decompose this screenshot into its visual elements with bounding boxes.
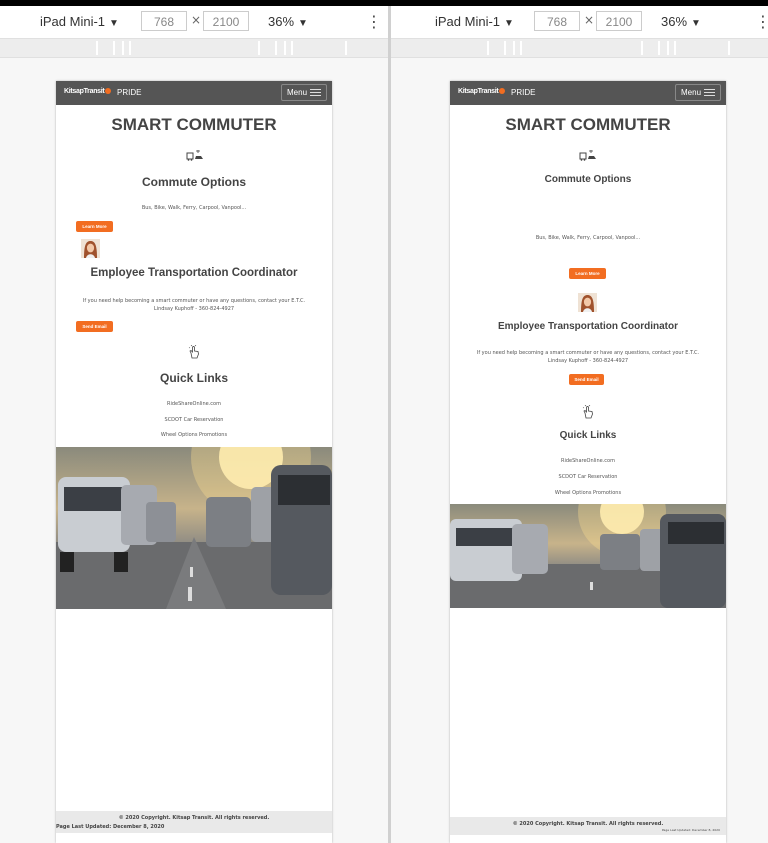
- kitsap-transit-logo[interactable]: KitsapTransit: [458, 88, 506, 95]
- ruler-tick: [129, 41, 131, 55]
- ruler-tick: [504, 41, 506, 55]
- more-options-icon[interactable]: ⋮: [755, 12, 768, 31]
- site-navbar: KitsapTransit PRIDE Menu: [450, 81, 726, 105]
- learn-more-button[interactable]: Learn More: [76, 221, 113, 232]
- footer-last-updated: Page Last Updated: December 8, 2020: [661, 828, 720, 832]
- quick-link-rideshare[interactable]: RideShareOnline.com: [56, 401, 332, 407]
- device-select[interactable]: iPad Mini-1 ▼: [435, 14, 514, 29]
- quick-links-heading: Quick Links: [159, 371, 229, 385]
- ruler-tick: [674, 41, 676, 55]
- caret-down-icon: ▼: [109, 18, 119, 29]
- times-symbol: ×: [584, 13, 595, 27]
- quick-links-heading: Quick Links: [559, 430, 617, 441]
- footer-last-updated: Page Last Updated: December 8, 2020: [56, 824, 165, 830]
- caret-down-icon: ▼: [504, 18, 514, 29]
- kitsap-transit-logo[interactable]: KitsapTransit: [64, 88, 112, 95]
- nav-pride-link[interactable]: PRIDE: [117, 88, 141, 97]
- media-query-ruler[interactable]: [391, 38, 768, 58]
- quick-link-wheel-options[interactable]: Wheel Options Promotions: [450, 490, 726, 496]
- right-preview-pane: iPad Mini-1 ▼ 768 × 2100 36% ▼ ⋮ KitsapTra…: [391, 6, 768, 843]
- etc-heading: Employee Transportation Coordinator: [497, 321, 679, 332]
- left-preview-pane: iPad Mini-1 ▼ 768 × 2100 36% ▼ ⋮ KitsapTra…: [0, 6, 388, 843]
- caret-down-icon: ▼: [298, 18, 308, 29]
- ruler-tick: [258, 41, 260, 55]
- etc-text: If you need help becoming a smart commut…: [82, 298, 306, 312]
- site-navbar: KitsapTransit PRIDE Menu: [56, 81, 332, 105]
- coordinator-photo: [578, 293, 597, 312]
- caret-down-icon: ▼: [691, 18, 701, 29]
- mobile-viewport: KitsapTransit PRIDE Menu SMART COMMUTER …: [56, 81, 332, 843]
- page-title: SMART COMMUTER: [111, 115, 277, 134]
- footer-copyright: © 2020 Copyright. Kitsap Transit. All ri…: [118, 815, 270, 821]
- commute-options-heading: Commute Options: [544, 174, 632, 185]
- nav-pride-link[interactable]: PRIDE: [511, 88, 535, 97]
- quick-link-car-reservation[interactable]: SCDOT Car Reservation: [56, 417, 332, 423]
- ruler-tick: [520, 41, 522, 55]
- ruler-tick: [641, 41, 643, 55]
- footer-copyright: © 2020 Copyright. Kitsap Transit. All ri…: [512, 821, 664, 827]
- zoom-select[interactable]: 36% ▼: [268, 14, 308, 29]
- traffic-hero-image: [450, 504, 726, 608]
- device-select[interactable]: iPad Mini-1 ▼: [40, 14, 119, 29]
- ruler-tick: [345, 41, 347, 55]
- ruler-tick: [275, 41, 277, 55]
- menu-button[interactable]: Menu: [675, 84, 721, 101]
- ruler-tick: [284, 41, 286, 55]
- media-query-ruler[interactable]: [0, 38, 388, 58]
- ruler-tick: [513, 41, 515, 55]
- mobile-viewport: KitsapTransit PRIDE Menu SMART COMMUTER …: [450, 81, 726, 843]
- site-footer: © 2020 Copyright. Kitsap Transit. All ri…: [450, 817, 726, 835]
- width-input[interactable]: 768: [141, 11, 187, 31]
- commute-options-text: Bus, Bike, Walk, Ferry, Carpool, Vanpool…: [141, 205, 247, 211]
- device-toolbar: iPad Mini-1 ▼ 768 × 2100 36% ▼ ⋮: [0, 6, 388, 38]
- ruler-tick: [658, 41, 660, 55]
- ruler-tick: [667, 41, 669, 55]
- device-toolbar: iPad Mini-1 ▼ 768 × 2100 36% ▼ ⋮: [391, 6, 768, 38]
- coordinator-photo: [81, 239, 100, 258]
- quick-link-wheel-options[interactable]: Wheel Options Promotions: [56, 432, 332, 438]
- logo-dot-icon: [105, 88, 112, 95]
- learn-more-button[interactable]: Learn More: [569, 268, 606, 279]
- quick-link-car-reservation[interactable]: SCDOT Car Reservation: [450, 474, 726, 480]
- height-input[interactable]: 2100: [596, 11, 642, 31]
- ruler-tick: [291, 41, 293, 55]
- menu-button[interactable]: Menu: [281, 84, 327, 101]
- commute-vehicles-icon: [579, 150, 596, 161]
- page-title: SMART COMMUTER: [505, 115, 671, 134]
- site-footer: © 2020 Copyright. Kitsap Transit. All ri…: [56, 811, 332, 833]
- send-email-button[interactable]: Send Email: [569, 374, 604, 385]
- pointer-hand-icon: [582, 405, 593, 419]
- logo-dot-icon: [499, 88, 506, 95]
- times-symbol: ×: [191, 13, 202, 27]
- zoom-select[interactable]: 36% ▼: [661, 14, 701, 29]
- ruler-tick: [113, 41, 115, 55]
- ruler-tick: [122, 41, 124, 55]
- commute-options-text: Bus, Bike, Walk, Ferry, Carpool, Vanpool…: [535, 235, 641, 241]
- traffic-hero-image: [56, 447, 332, 609]
- ruler-tick: [728, 41, 730, 55]
- ruler-tick: [96, 41, 98, 55]
- quick-link-rideshare[interactable]: RideShareOnline.com: [450, 458, 726, 464]
- more-options-icon[interactable]: ⋮: [366, 12, 382, 31]
- commute-options-heading: Commute Options: [142, 175, 246, 189]
- pointer-hand-icon: [188, 345, 199, 359]
- height-input[interactable]: 2100: [203, 11, 249, 31]
- etc-heading: Employee Transportation Coordinator: [90, 267, 298, 279]
- etc-text: If you need help becoming a smart commut…: [476, 350, 700, 364]
- hamburger-icon: [704, 89, 715, 98]
- send-email-button[interactable]: Send Email: [76, 321, 113, 332]
- hamburger-icon: [310, 89, 321, 98]
- ruler-tick: [487, 41, 489, 55]
- width-input[interactable]: 768: [534, 11, 580, 31]
- commute-vehicles-icon: [186, 150, 203, 161]
